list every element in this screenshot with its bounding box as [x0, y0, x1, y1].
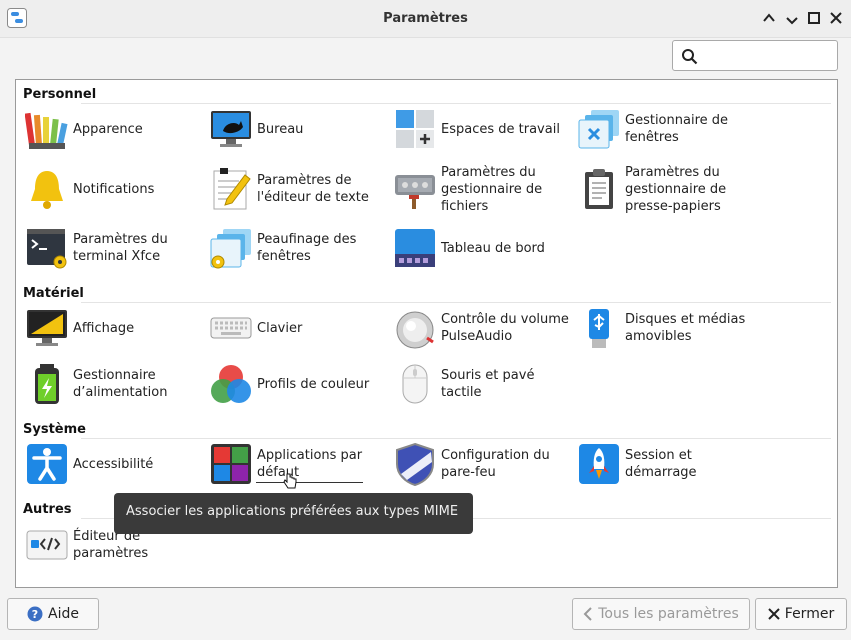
- rocket-icon: [579, 444, 619, 484]
- item-label: Contrôle du volume PulseAudio: [441, 312, 569, 344]
- panel-icon: [395, 229, 435, 267]
- search-input[interactable]: [672, 40, 838, 71]
- appearance-palette-icon: [25, 112, 68, 149]
- item-label: Apparence: [73, 121, 143, 137]
- file-manager-icon: [395, 175, 435, 209]
- item-label: Disques et médias amovibles: [625, 312, 746, 344]
- item-affichage[interactable]: Affichage: [25, 303, 205, 353]
- item-souris[interactable]: Souris et pavé tactile: [393, 359, 573, 409]
- bell-icon: [31, 171, 63, 209]
- item-notifications[interactable]: Notifications: [25, 164, 205, 214]
- item-disques[interactable]: Disques et médias amovibles: [577, 303, 757, 353]
- search-icon: [682, 49, 698, 65]
- all-settings-label: Tous les paramètres: [598, 606, 739, 622]
- settings-editor-icon: [26, 530, 68, 560]
- accessibility-icon: [27, 444, 67, 484]
- clipboard-icon: [585, 169, 613, 209]
- battery-icon: [35, 364, 59, 404]
- category-personnel: Personnel: [23, 87, 97, 102]
- chevron-left-icon: [583, 607, 592, 621]
- item-label: Paramètres du gestionnaire de fichiers: [441, 164, 543, 214]
- help-button[interactable]: ? Aide: [7, 598, 99, 630]
- display-icon: [27, 310, 67, 346]
- svg-text:?: ?: [32, 608, 38, 621]
- terminal-icon: [27, 229, 67, 269]
- category-systeme: Système: [23, 422, 86, 437]
- workspaces-icon: [396, 110, 434, 148]
- window-title: Paramètres: [383, 11, 468, 26]
- item-label: Paramètres de l'éditeur de texte: [257, 173, 369, 205]
- item-label: Gestionnaire de fenêtres: [625, 113, 729, 145]
- color-profiles-icon: [211, 365, 251, 403]
- item-label: Session et démarrage: [625, 448, 697, 480]
- keyboard-icon: [210, 317, 252, 339]
- item-presse-papiers[interactable]: Paramètres du gestionnaire de presse-pap…: [577, 164, 757, 214]
- item-espaces-de-travail[interactable]: Espaces de travail: [393, 104, 573, 154]
- item-terminal[interactable]: Paramètres du terminal Xfce: [25, 223, 205, 273]
- item-label: Paramètres du terminal Xfce: [73, 232, 168, 264]
- item-label: Affichage: [73, 320, 135, 336]
- item-label: Configuration du pare-feu: [441, 448, 550, 480]
- item-apparence[interactable]: Apparence: [25, 104, 205, 154]
- close-button[interactable]: Fermer: [755, 598, 847, 630]
- volume-knob-icon: [396, 311, 434, 349]
- window-tweaks-icon: [210, 229, 251, 269]
- item-pare-feu[interactable]: Configuration du pare-feu: [393, 439, 573, 489]
- item-accessibilite[interactable]: Accessibilité: [25, 439, 205, 489]
- help-icon: ?: [27, 606, 43, 622]
- item-volume[interactable]: Contrôle du volume PulseAudio: [393, 303, 573, 353]
- item-alimentation[interactable]: Gestionnaire d’alimentation: [25, 359, 205, 409]
- mouse-icon: [402, 364, 428, 404]
- close-label: Fermer: [784, 606, 835, 622]
- help-label: Aide: [48, 606, 79, 622]
- default-applications-icon: [211, 444, 251, 484]
- maximize-up-icon[interactable]: [761, 10, 777, 26]
- item-label: Clavier: [257, 320, 303, 336]
- item-label: Tableau de bord: [441, 240, 545, 256]
- usb-drive-icon: [589, 309, 609, 348]
- close-window-icon[interactable]: [828, 10, 844, 26]
- item-editeur-texte[interactable]: Paramètres de l'éditeur de texte: [209, 164, 389, 214]
- item-bureau[interactable]: Bureau: [209, 104, 389, 154]
- item-clavier[interactable]: Clavier: [209, 303, 389, 353]
- maximize-icon[interactable]: [806, 10, 822, 26]
- desktop-icon: [211, 111, 251, 147]
- hand-cursor-icon: [283, 473, 297, 489]
- text-editor-icon: [213, 168, 251, 210]
- item-gestionnaire-fichiers[interactable]: Paramètres du gestionnaire de fichiers: [393, 164, 573, 214]
- item-label: Espaces de travail: [441, 121, 560, 137]
- firewall-shield-icon: [396, 442, 434, 486]
- item-label: Peaufinage des fenêtres: [257, 232, 357, 264]
- hover-underline: [256, 482, 363, 483]
- tooltip: Associer les applications préférées aux …: [114, 493, 473, 534]
- category-autres: Autres: [23, 502, 72, 517]
- item-gestionnaire-de-fenetres[interactable]: Gestionnaire de fenêtres: [577, 104, 757, 154]
- minimize-icon[interactable]: [784, 10, 800, 26]
- category-materiel: Matériel: [23, 286, 84, 301]
- item-label: Paramètres du gestionnaire de presse-pap…: [625, 164, 727, 214]
- window-manager-icon: [578, 110, 619, 149]
- item-tableau-de-bord[interactable]: Tableau de bord: [393, 223, 573, 273]
- title-bar: Paramètres: [0, 0, 851, 38]
- item-label: Gestionnaire d’alimentation: [73, 368, 168, 400]
- close-icon: [768, 608, 780, 620]
- item-label: Accessibilité: [73, 456, 154, 472]
- item-peaufinage[interactable]: Peaufinage des fenêtres: [209, 223, 389, 273]
- item-profils-couleur[interactable]: Profils de couleur: [209, 359, 389, 409]
- item-label: Notifications: [73, 181, 155, 197]
- all-settings-button[interactable]: Tous les paramètres: [572, 598, 750, 630]
- item-session[interactable]: Session et démarrage: [577, 439, 757, 489]
- item-label: Profils de couleur: [257, 376, 370, 392]
- item-label: Bureau: [257, 121, 304, 137]
- item-label: Souris et pavé tactile: [441, 368, 535, 400]
